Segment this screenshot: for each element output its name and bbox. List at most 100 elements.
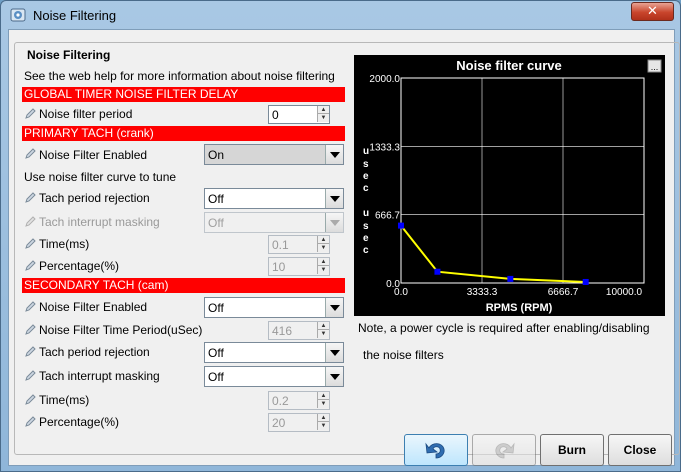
secondary-percentage-value: 20 bbox=[272, 416, 286, 430]
spinner-buttons[interactable]: ▲ ▼ bbox=[317, 236, 329, 253]
chevron-down-icon[interactable] bbox=[325, 189, 343, 208]
x-axis-label: RPMS (RPM) bbox=[486, 302, 553, 314]
undo-icon bbox=[425, 442, 445, 459]
svg-text:c: c bbox=[363, 245, 369, 256]
secondary-time-value: 0.2 bbox=[272, 394, 289, 408]
power-cycle-note-line1: Note, a power cycle is required after en… bbox=[358, 321, 650, 335]
pencil-icon bbox=[25, 324, 36, 335]
primary-time-label: Time(ms) bbox=[39, 237, 90, 251]
primary-percentage-label: Percentage(%) bbox=[39, 259, 120, 273]
primary-interrupt-masking-select[interactable]: Off bbox=[204, 212, 344, 233]
x-tick-label: 6666.7 bbox=[548, 287, 579, 298]
chevron-down-icon[interactable] bbox=[325, 145, 343, 164]
primary-period-rejection-select[interactable]: Off bbox=[204, 188, 344, 209]
pencil-icon bbox=[25, 416, 36, 427]
noise-filter-curve-chart[interactable]: Noise filter curve ... 0.0 3333.3 6666.7 10… bbox=[354, 55, 665, 316]
svg-text:e: e bbox=[363, 171, 369, 182]
primary-interrupt-masking-label: Tach interrupt masking bbox=[39, 215, 160, 229]
pencil-icon bbox=[25, 148, 36, 159]
spinner-buttons[interactable]: ▲ ▼ bbox=[317, 414, 329, 431]
spinner-buttons[interactable]: ▲ ▼ bbox=[317, 392, 329, 409]
chart-series bbox=[398, 222, 589, 285]
undo-button[interactable] bbox=[404, 434, 468, 466]
noise-filter-period-spinner[interactable]: 0 ▲ ▼ bbox=[268, 105, 330, 124]
secondary-enabled-select[interactable]: Off bbox=[204, 297, 344, 318]
primary-percentage-value: 10 bbox=[272, 260, 286, 274]
chart-menu-label: ... bbox=[651, 62, 659, 72]
app-icon bbox=[10, 8, 26, 22]
primary-percentage-spinner[interactable]: 10 ▲ ▼ bbox=[268, 257, 330, 276]
redo-icon bbox=[495, 442, 515, 459]
secondary-time-spinner[interactable]: 0.2 ▲ ▼ bbox=[268, 391, 330, 410]
chevron-down-icon[interactable] bbox=[325, 343, 343, 362]
window-close-button[interactable]: ✕ bbox=[631, 2, 674, 21]
secondary-time-label: Time(ms) bbox=[39, 393, 90, 407]
primary-period-rejection-label: Tach period rejection bbox=[39, 191, 150, 205]
secondary-interrupt-masking-label: Tach interrupt masking bbox=[39, 369, 160, 383]
power-cycle-note-line2: the noise filters bbox=[363, 348, 444, 362]
noise-filter-period-value: 0 bbox=[272, 108, 279, 122]
window-title: Noise Filtering bbox=[33, 8, 117, 23]
primary-time-spinner[interactable]: 0.1 ▲ ▼ bbox=[268, 235, 330, 254]
primary-tach-header: PRIMARY TACH (crank) bbox=[22, 126, 345, 141]
primary-period-rejection-value: Off bbox=[208, 192, 224, 206]
chart-svg: Noise filter curve ... 0.0 3333.3 6666.7 10… bbox=[363, 58, 662, 314]
x-tick-label: 3333.3 bbox=[467, 287, 498, 298]
primary-enabled-select[interactable]: On bbox=[204, 144, 344, 165]
group-title: Noise Filtering bbox=[25, 48, 113, 62]
svg-text:c: c bbox=[363, 183, 369, 194]
plot-frame bbox=[400, 77, 645, 284]
primary-enabled-label: Noise Filter Enabled bbox=[39, 148, 148, 162]
data-point bbox=[434, 268, 441, 275]
chevron-down-icon[interactable] bbox=[325, 213, 343, 232]
y-tick-label: 0.0 bbox=[386, 279, 400, 290]
svg-text:u: u bbox=[363, 146, 369, 157]
secondary-interrupt-masking-select[interactable]: Off bbox=[204, 366, 344, 387]
burn-button[interactable]: Burn bbox=[540, 434, 604, 466]
y-tick-label: 1333.3 bbox=[369, 142, 400, 153]
redo-button[interactable] bbox=[472, 434, 536, 466]
noise-filtering-group: Noise Filtering See the web help for mor… bbox=[14, 42, 680, 455]
secondary-enabled-value: Off bbox=[208, 301, 224, 315]
pencil-icon bbox=[25, 260, 36, 271]
data-point bbox=[398, 222, 404, 229]
secondary-interrupt-masking-value: Off bbox=[208, 370, 224, 384]
y-tick-label: 666.7 bbox=[375, 211, 400, 222]
dialog-content: Noise Filtering See the web help for mor… bbox=[8, 29, 680, 466]
spinner-buttons[interactable]: ▲ ▼ bbox=[317, 106, 329, 123]
svg-text:s: s bbox=[363, 221, 369, 232]
chevron-down-icon[interactable] bbox=[325, 298, 343, 317]
secondary-period-rejection-select[interactable]: Off bbox=[204, 342, 344, 363]
secondary-time-period-spinner[interactable]: 416 ▲ ▼ bbox=[268, 321, 330, 340]
secondary-period-rejection-value: Off bbox=[208, 346, 224, 360]
data-point bbox=[507, 275, 514, 282]
global-timer-header: GLOBAL TIMER NOISE FILTER DELAY bbox=[22, 87, 345, 102]
pencil-icon bbox=[25, 192, 36, 203]
pencil-icon bbox=[25, 346, 36, 357]
y-axis-label: usec usec bbox=[363, 146, 369, 256]
y-tick-label: 2000.0 bbox=[369, 74, 400, 85]
data-point bbox=[582, 278, 589, 285]
secondary-percentage-label: Percentage(%) bbox=[39, 415, 120, 429]
chart-title: Noise filter curve bbox=[456, 58, 562, 73]
primary-time-value: 0.1 bbox=[272, 238, 289, 252]
pencil-icon bbox=[25, 370, 36, 381]
close-button[interactable]: Close bbox=[608, 434, 672, 466]
x-tick-label: 10000.0 bbox=[606, 287, 643, 298]
secondary-time-period-label: Noise Filter Time Period(uSec) bbox=[39, 323, 203, 337]
help-text: See the web help for more information ab… bbox=[24, 69, 335, 83]
chevron-down-icon[interactable] bbox=[325, 367, 343, 386]
spinner-buttons[interactable]: ▲ ▼ bbox=[317, 322, 329, 339]
curve-note: Use noise filter curve to tune bbox=[24, 170, 177, 184]
secondary-tach-header: SECONDARY TACH (cam) bbox=[22, 278, 345, 293]
svg-text:u: u bbox=[363, 208, 369, 219]
noise-filter-period-label: Noise filter period bbox=[39, 107, 133, 121]
svg-text:e: e bbox=[363, 233, 369, 244]
primary-enabled-value: On bbox=[208, 148, 225, 162]
title-bar[interactable]: Noise Filtering ✕ bbox=[1, 1, 680, 29]
spinner-buttons[interactable]: ▲ ▼ bbox=[317, 258, 329, 275]
secondary-percentage-spinner[interactable]: 20 ▲ ▼ bbox=[268, 413, 330, 432]
series-line bbox=[400, 224, 586, 283]
pencil-icon bbox=[25, 238, 36, 249]
pencil-icon bbox=[25, 394, 36, 405]
